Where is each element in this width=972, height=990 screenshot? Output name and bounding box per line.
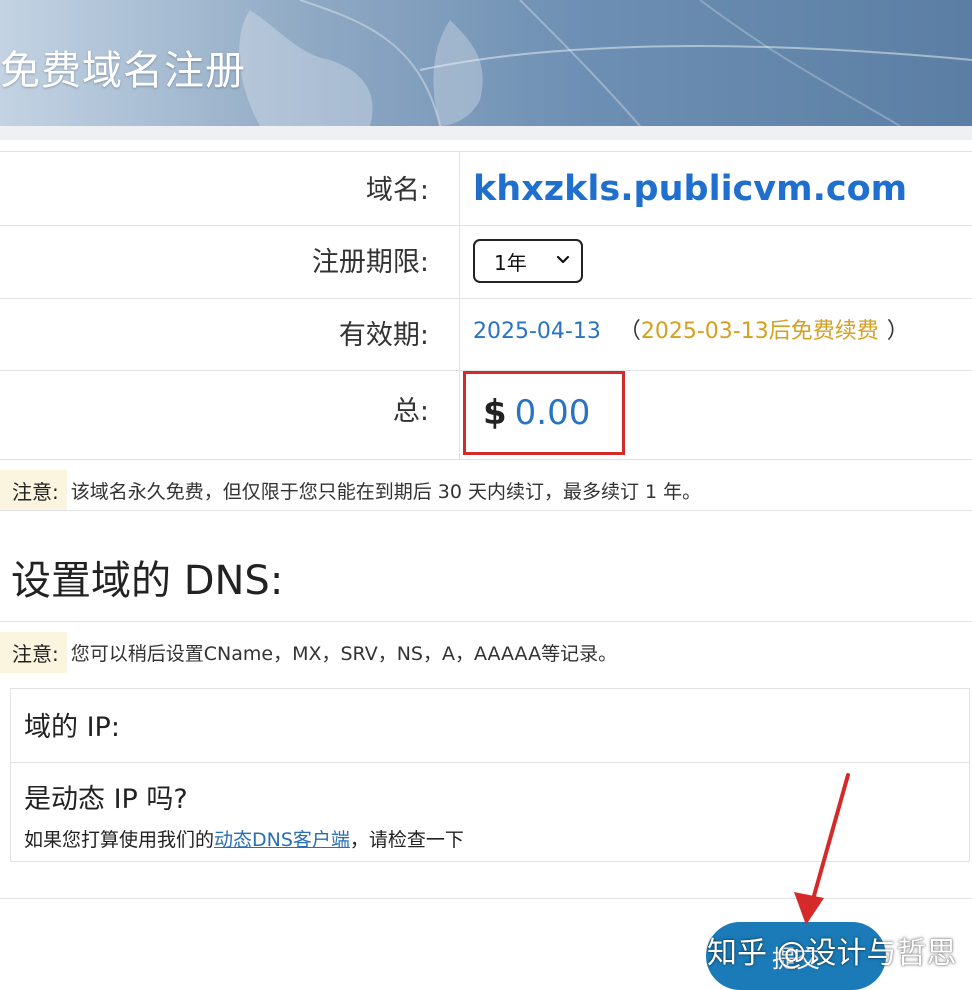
red-arrow-annotation <box>794 773 850 925</box>
period-selected-value: 1年 <box>494 250 527 275</box>
note-text: 该域名永久免费，但仅限于您只能在到期后 30 天内续订，最多续订 1 年。 <box>70 481 702 503</box>
expiry-label-cell: 有效期: <box>0 299 460 370</box>
total-label-cell: 总: <box>0 371 460 460</box>
dynamic-help-prefix: 如果您打算使用我们的 <box>24 829 215 851</box>
domain-label: 域名: <box>365 175 429 206</box>
expiry-label: 有效期: <box>338 320 429 351</box>
note-tag: 注意: <box>0 470 67 511</box>
period-select[interactable]: 1年 <box>473 239 583 283</box>
header-banner: 免费域名注册 <box>0 0 972 126</box>
total-label: 总: <box>392 396 429 427</box>
page-title: 免费域名注册 <box>0 48 246 94</box>
banner-divider <box>0 126 972 140</box>
dynamic-ip-label: 是动态 IP 吗? <box>24 784 188 815</box>
section-divider <box>0 510 972 511</box>
renew-note: 2025-03-13后免费续费 <box>640 319 879 344</box>
period-label: 注册期限: <box>311 247 429 278</box>
dns-note: 注意: 您可以稍后设置CName，MX，SRV，NS，A，AAAAA等记录。 <box>0 632 617 673</box>
domain-row: 域名: khxzkls.publicvm.com <box>0 151 972 225</box>
total-row-bottom-border <box>0 459 972 460</box>
currency-symbol: $ <box>483 393 507 433</box>
dynamic-ip-help: 如果您打算使用我们的动态DNS客户端，请检查一下 <box>24 825 464 852</box>
domain-label-cell: 域名: <box>0 152 460 225</box>
free-domain-note: 注意: 该域名永久免费，但仅限于您只能在到期后 30 天内续订，最多续订 1 年… <box>0 470 701 511</box>
period-label-cell: 注册期限: <box>0 226 460 298</box>
period-row: 注册期限: 1年 <box>0 225 972 298</box>
total-amount: 0.00 <box>514 393 591 433</box>
dns-note-tag: 注意: <box>0 632 67 673</box>
watermark-text: 知乎 @设计与哲思 <box>707 936 957 971</box>
renew-open-paren: （ <box>618 319 641 344</box>
panel-separator <box>11 762 969 763</box>
dns-divider <box>0 621 972 622</box>
dynamic-help-suffix: ，请检查一下 <box>349 829 464 851</box>
domain-ip-label: 域的 IP: <box>24 712 120 743</box>
total-row: 总: $ 0.00 <box>0 370 972 460</box>
dynamic-dns-client-link[interactable]: 动态DNS客户端 <box>214 829 350 851</box>
expiry-value: 2025-04-13 （ 2025-03-13后免费续费 ） <box>473 313 909 345</box>
dns-section-title: 设置域的 DNS: <box>11 558 284 604</box>
renew-close-paren: ） <box>886 319 909 344</box>
domain-name: khxzkls.publicvm.com <box>473 169 908 209</box>
total-highlight-box: $ 0.00 <box>463 371 625 455</box>
expiry-date: 2025-04-13 <box>473 319 601 344</box>
expiry-row: 有效期: 2025-04-13 （ 2025-03-13后免费续费 ） <box>0 298 972 370</box>
chevron-down-icon <box>556 255 570 264</box>
dns-note-text: 您可以稍后设置CName，MX，SRV，NS，A，AAAAA等记录。 <box>70 643 618 665</box>
